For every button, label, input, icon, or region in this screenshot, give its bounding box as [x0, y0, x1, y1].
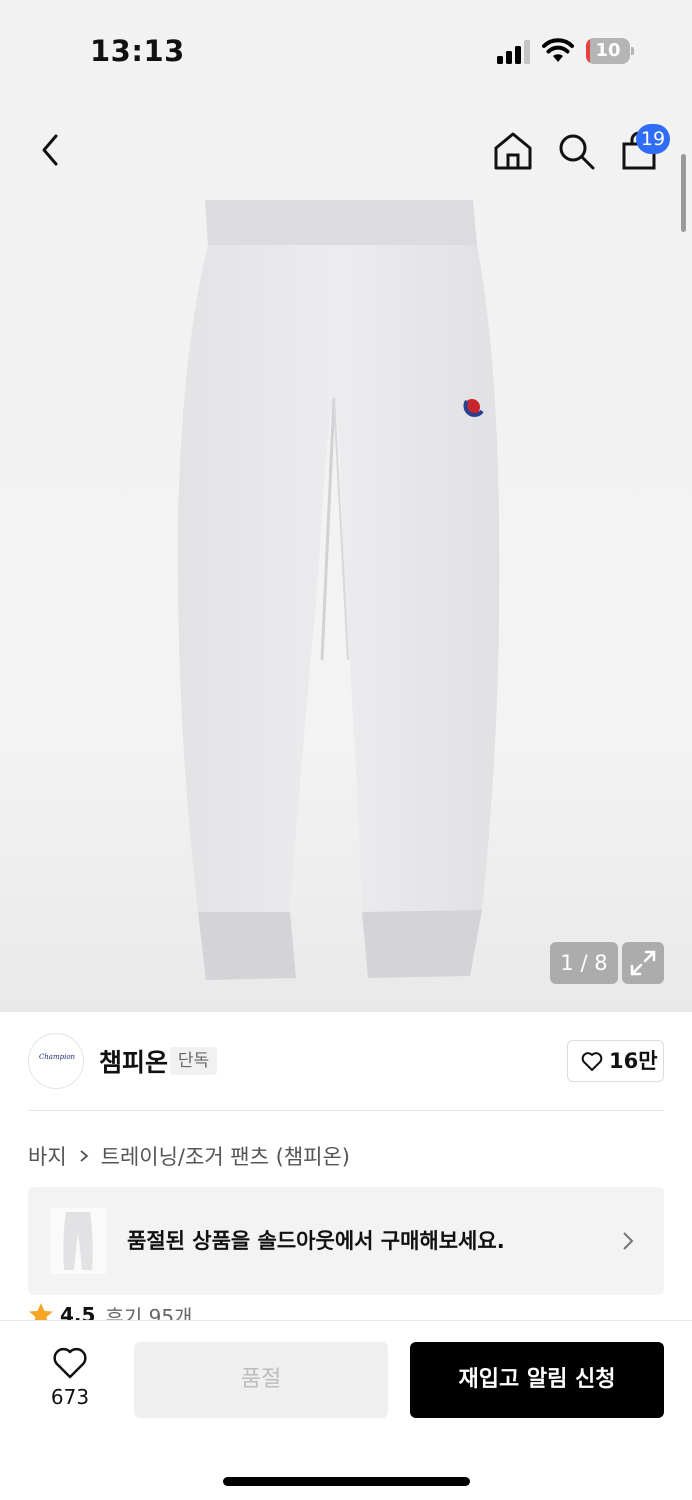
heart-icon: [581, 1052, 603, 1071]
back-arrow-icon[interactable]: [28, 128, 72, 172]
expand-icon[interactable]: [622, 942, 664, 984]
battery-level: 10: [595, 40, 621, 61]
wifi-icon: [542, 38, 574, 62]
breadcrumb-item-subcategory[interactable]: 트레이닝/조거 팬츠 (챔피온): [101, 1141, 350, 1171]
banner-text: 품절된 상품을 솔드아웃에서 구매해보세요.: [127, 1229, 505, 1253]
battery-icon: 10: [586, 38, 634, 64]
restock-alert-button[interactable]: 재입고 알림 신청: [410, 1342, 664, 1418]
exclusive-tag: 단독: [170, 1047, 217, 1075]
search-icon[interactable]: [553, 128, 599, 174]
home-indicator: [223, 1477, 470, 1486]
brand-name[interactable]: 챔피온: [99, 1043, 168, 1079]
product-image[interactable]: [0, 100, 692, 1012]
heart-icon[interactable]: [52, 1346, 88, 1380]
divider: [28, 1110, 664, 1111]
chevron-right-icon: [80, 1150, 89, 1162]
cart-count-badge: 19: [636, 124, 670, 154]
brand-logo-text: Champion: [38, 1053, 76, 1061]
brand-like-button[interactable]: 16만: [567, 1040, 664, 1082]
soldout-button[interactable]: 품절: [134, 1342, 388, 1418]
chevron-right-icon: [623, 1232, 634, 1250]
soldout-marketplace-banner[interactable]: 품절된 상품을 솔드아웃에서 구매해보세요.: [28, 1187, 664, 1295]
status-time: 13:13: [90, 34, 185, 68]
brand-logo[interactable]: Champion: [28, 1033, 84, 1089]
breadcrumb-item-category[interactable]: 바지: [28, 1141, 67, 1171]
brand-like-count: 16만: [609, 1049, 658, 1073]
breadcrumb: 바지 트레이닝/조거 팬츠 (챔피온): [28, 1141, 350, 1171]
home-icon[interactable]: [490, 128, 536, 174]
wishlist-count: 673: [50, 1385, 90, 1409]
scroll-indicator: [681, 154, 686, 232]
product-image-gallery[interactable]: 19 1 / 8: [0, 100, 692, 1012]
status-bar: 13:13 10: [0, 0, 692, 100]
image-pager: 1 / 8: [550, 942, 618, 984]
signal-icon: [497, 40, 530, 64]
banner-product-thumbnail: [50, 1208, 106, 1274]
